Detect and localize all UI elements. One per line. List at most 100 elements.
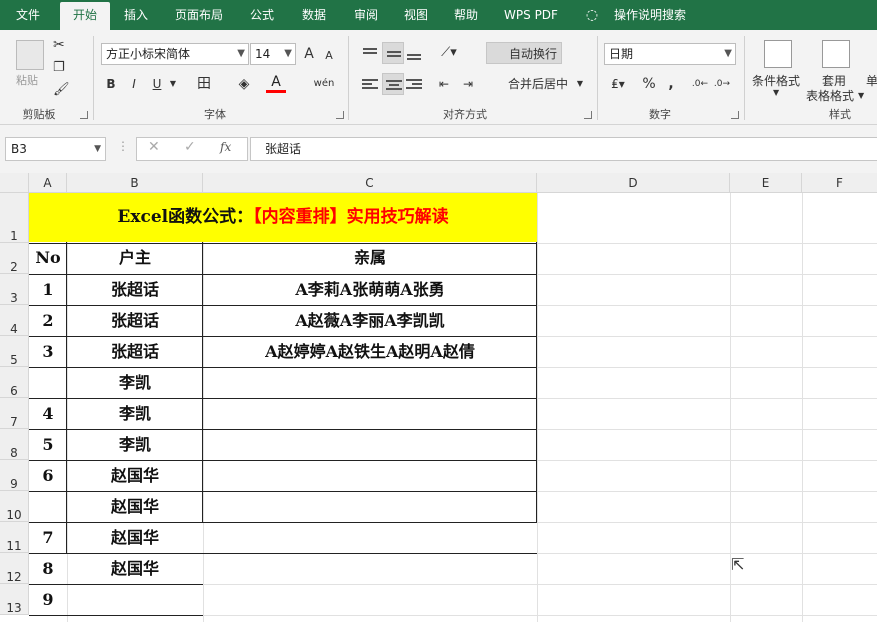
row-header-10[interactable]: 10	[0, 491, 29, 522]
tab-insert[interactable]: 插入	[116, 0, 156, 30]
cell-relatives[interactable]: A李莉A张萌萌A张勇	[203, 274, 537, 305]
row-header-11[interactable]: 11	[0, 522, 29, 553]
number-launcher-icon[interactable]	[731, 111, 739, 119]
format-as-table-button-line2[interactable]: 表格格式	[806, 87, 854, 104]
cell-owner[interactable]: 李凯	[67, 398, 203, 429]
cell-relatives[interactable]	[203, 398, 537, 429]
tab-help[interactable]: 帮助	[446, 0, 486, 30]
clipboard-launcher-icon[interactable]	[80, 111, 88, 119]
tell-me-search[interactable]: 操作说明搜索	[608, 0, 692, 30]
cell-owner[interactable]: 张超话	[67, 336, 203, 367]
row-header-5[interactable]: 5	[0, 336, 29, 367]
row-header-13[interactable]: 13	[0, 584, 29, 615]
comma-button[interactable]: ,	[664, 73, 678, 95]
format-as-table-icon[interactable]	[822, 40, 850, 68]
cell-styles-button[interactable]: 单	[866, 72, 877, 89]
cell-relatives[interactable]	[203, 553, 537, 584]
cell-owner[interactable]: 李凯	[67, 429, 203, 460]
cell-no[interactable]: 7	[29, 522, 67, 553]
cell-no[interactable]: 5	[29, 429, 67, 460]
copy-icon[interactable]: ❐	[53, 60, 65, 75]
conditional-format-icon[interactable]	[764, 40, 792, 68]
align-right-icon[interactable]	[404, 73, 424, 95]
cell-owner[interactable]: 赵国华	[67, 522, 203, 553]
row-header-7[interactable]: 7	[0, 398, 29, 429]
alignment-launcher-icon[interactable]	[584, 111, 592, 119]
cell-no[interactable]: 6	[29, 460, 67, 491]
cell-owner[interactable]	[67, 584, 203, 615]
row-header-4[interactable]: 4	[0, 305, 29, 336]
name-box[interactable]: B3 ▼	[5, 137, 106, 161]
borders-icon[interactable]: 田	[190, 73, 218, 95]
italic-button[interactable]: I	[124, 73, 144, 95]
cancel-icon[interactable]: ✕	[148, 139, 160, 155]
increase-indent-icon[interactable]: ⇥	[458, 73, 478, 95]
insert-function-button[interactable]: fx	[220, 140, 231, 154]
cell-relatives[interactable]	[203, 522, 537, 553]
grow-font-button[interactable]: A	[300, 43, 318, 65]
number-format-combo[interactable]: 日期 ▼	[604, 43, 736, 65]
cell-owner[interactable]: 赵国华	[67, 491, 203, 522]
paste-icon[interactable]	[16, 40, 44, 70]
column-header-e[interactable]: E	[730, 173, 802, 193]
paste-button[interactable]: 粘贴	[16, 72, 38, 88]
row-header-9[interactable]: 9	[0, 460, 29, 491]
enter-icon[interactable]: ✓	[184, 139, 196, 155]
cell-no[interactable]: 4	[29, 398, 67, 429]
cell-no[interactable]: 8	[29, 553, 67, 584]
cell-owner[interactable]: 赵国华	[67, 553, 203, 584]
percent-button[interactable]: %	[640, 73, 658, 95]
cell-no[interactable]: 9	[29, 584, 67, 615]
cell-no[interactable]: 2	[29, 305, 67, 336]
chevron-down-icon[interactable]: ▼	[773, 88, 779, 97]
shrink-font-button[interactable]: A	[320, 45, 338, 67]
conditional-format-button[interactable]: 条件格式	[752, 72, 800, 89]
header-no[interactable]: No	[29, 243, 67, 273]
underline-button[interactable]: U	[147, 73, 167, 95]
row-header-12[interactable]: 12	[0, 553, 29, 584]
wrap-text-button[interactable]: 自动换行	[486, 42, 562, 64]
tab-data[interactable]: 数据	[294, 0, 334, 30]
cell-no[interactable]: 1	[29, 274, 67, 305]
select-all-corner[interactable]	[0, 173, 29, 193]
column-header-b[interactable]: B	[67, 173, 203, 193]
font-name-combo[interactable]: 方正小标宋简体 ▼	[101, 43, 249, 65]
font-size-combo[interactable]: 14 ▼	[250, 43, 296, 65]
tab-home[interactable]: 开始	[60, 2, 110, 30]
formula-input[interactable]: 张超话	[250, 137, 877, 161]
align-center-icon[interactable]	[382, 73, 404, 95]
column-header-f[interactable]: F	[802, 173, 877, 193]
column-header-d[interactable]: D	[537, 173, 730, 193]
accounting-icon[interactable]: ₤▾	[604, 73, 632, 95]
align-left-icon[interactable]	[360, 73, 380, 95]
row-header-2[interactable]: 2	[0, 243, 29, 274]
column-header-c[interactable]: C	[203, 173, 537, 193]
cell-relatives[interactable]	[203, 460, 537, 491]
cell-owner[interactable]: 赵国华	[67, 460, 203, 491]
align-middle-icon[interactable]	[382, 42, 404, 64]
decrease-indent-icon[interactable]: ⇤	[434, 73, 454, 95]
fill-color-icon[interactable]: ◈	[230, 73, 258, 95]
chevron-down-icon[interactable]: ▼	[574, 73, 586, 95]
cell-no[interactable]	[29, 367, 67, 398]
cell-owner[interactable]: 张超话	[67, 305, 203, 336]
cell-relatives[interactable]	[203, 491, 537, 522]
increase-decimal-icon[interactable]: .0←	[690, 73, 710, 95]
tab-wps-pdf[interactable]: WPS PDF	[498, 0, 564, 30]
header-owner[interactable]: 户主	[67, 243, 203, 273]
font-color-button[interactable]: A	[266, 73, 286, 93]
cell-no[interactable]	[29, 491, 67, 522]
column-header-a[interactable]: A	[29, 173, 67, 193]
decrease-decimal-icon[interactable]: .0→	[712, 73, 732, 95]
row-header-6[interactable]: 6	[0, 367, 29, 398]
cell-owner[interactable]: 李凯	[67, 367, 203, 398]
cut-icon[interactable]: ✂	[53, 37, 65, 53]
cell-relatives[interactable]	[203, 584, 537, 615]
chevron-down-icon[interactable]: ▼	[167, 73, 179, 95]
orientation-icon[interactable]: ⟋▾	[436, 42, 462, 64]
tab-review[interactable]: 审阅	[346, 0, 386, 30]
row-header-1[interactable]: 1	[0, 193, 29, 243]
merge-center-button[interactable]: 合并后居中	[488, 73, 584, 95]
tab-view[interactable]: 视图	[396, 0, 436, 30]
row-header-8[interactable]: 8	[0, 429, 29, 460]
